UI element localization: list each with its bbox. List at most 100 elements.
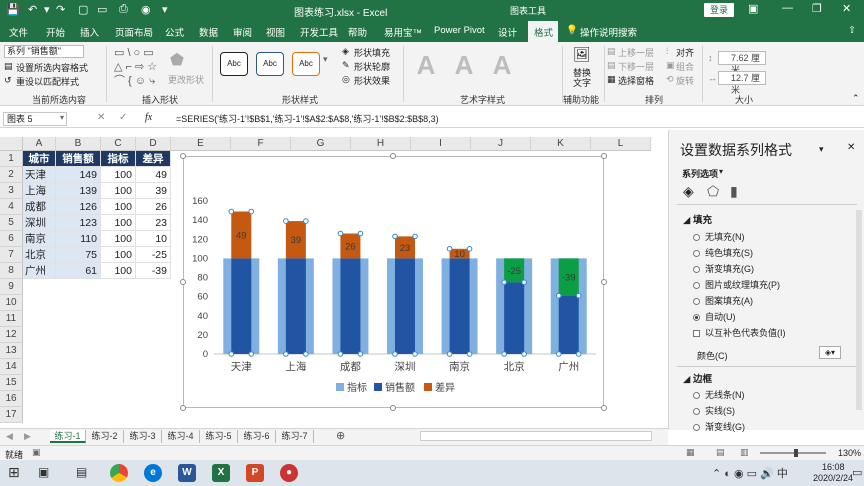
shape-effects-button[interactable]: 形状效果 (354, 74, 390, 87)
legend-swatch[interactable] (374, 383, 382, 391)
table-header-cell[interactable]: 销售额 (56, 151, 101, 167)
data-label-difference[interactable]: 49 (236, 230, 247, 241)
fill-option-gradient[interactable]: 渐变填充(G) (693, 262, 754, 275)
table-cell[interactable]: 100 (101, 263, 136, 279)
sheet-tab[interactable]: 练习-1 (50, 430, 86, 443)
tab-power-pivot[interactable]: Power Pivot (434, 25, 485, 36)
series-selection-handle[interactable] (357, 230, 364, 237)
cancel-icon[interactable]: ✕ (97, 112, 105, 123)
row-header[interactable]: 1 (0, 151, 23, 167)
x-category-label[interactable]: 南京 (449, 360, 470, 373)
row-header[interactable]: 13 (0, 343, 23, 359)
legend-label[interactable]: 差异 (435, 381, 455, 394)
y-tick-label[interactable]: 0 (203, 349, 208, 360)
row-header[interactable]: 6 (0, 231, 23, 247)
fill-option-automatic[interactable]: 自动(U) (693, 310, 736, 323)
series-selection-handle[interactable] (303, 218, 309, 224)
table-header-cell[interactable]: 城市 (23, 151, 56, 167)
y-tick-label[interactable]: 140 (192, 215, 208, 226)
table-cell[interactable]: 61 (56, 263, 101, 279)
series-selection-handle[interactable] (466, 351, 473, 357)
table-cell[interactable]: 100 (101, 183, 136, 199)
tab-developer[interactable]: 开发工具 (300, 25, 338, 39)
system-tray-icons[interactable]: ⌃ ◐ ◉ ▭ 🔊 中 (712, 465, 788, 481)
bring-forward-button[interactable]: 上移一层 (618, 46, 654, 59)
share-icon[interactable]: ⇧ (848, 25, 856, 36)
bar-sales[interactable] (285, 258, 306, 354)
prev-sheet-icon[interactable]: ◀ (6, 431, 13, 442)
row-header[interactable]: 11 (0, 311, 23, 327)
fill-section-header[interactable]: ◢ 填充 (683, 212, 712, 226)
row-header[interactable]: 12 (0, 327, 23, 343)
collapse-ribbon-icon[interactable]: ⌃ (852, 93, 860, 104)
chart-resize-handle[interactable] (180, 153, 186, 159)
tab-formulas[interactable]: 公式 (165, 25, 184, 39)
wordart-style-3[interactable]: A (486, 50, 518, 82)
bar-sales[interactable] (449, 258, 470, 354)
row-header[interactable]: 17 (0, 407, 23, 423)
series-selection-handle[interactable] (248, 351, 255, 357)
save-icon[interactable]: 💾 (6, 3, 20, 16)
open-icon[interactable]: ▭ (97, 3, 107, 16)
chart-elements-dropdown[interactable]: 系列 "销售额" (4, 45, 84, 58)
login-button[interactable]: 登录 (704, 3, 734, 17)
powerpoint-icon[interactable]: P (246, 464, 264, 482)
ribbon-display-icon[interactable]: ▣ (748, 2, 758, 15)
insert-function-button[interactable]: fx (145, 112, 152, 123)
border-section-header[interactable]: ◢ 边框 (683, 371, 712, 385)
series-selection-handle[interactable] (555, 351, 562, 357)
table-cell[interactable]: 深圳 (23, 215, 56, 231)
page-layout-view-icon[interactable]: ▤ (716, 447, 725, 458)
legend-label[interactable]: 指标 (347, 381, 367, 394)
tab-format[interactable]: 格式 (534, 25, 553, 39)
column-header[interactable]: C (101, 137, 136, 151)
column-header[interactable]: K (531, 137, 591, 151)
table-header-cell[interactable]: 指标 (101, 151, 136, 167)
align-button[interactable]: 对齐 (676, 46, 694, 59)
wordart-style-1[interactable]: A (410, 50, 442, 82)
fill-option-none[interactable]: 无填充(N) (693, 230, 745, 243)
undo-dropdown-icon[interactable]: ▾ (44, 3, 50, 16)
table-cell[interactable]: -25 (136, 247, 171, 263)
y-tick-label[interactable]: 20 (197, 330, 208, 341)
data-label-difference[interactable]: -39 (562, 273, 576, 284)
x-category-label[interactable]: 上海 (285, 360, 306, 373)
wordart-style-2[interactable]: A (448, 50, 480, 82)
fill-line-icon[interactable]: ◈ (683, 183, 694, 200)
chart-resize-handle[interactable] (601, 405, 607, 411)
series-selection-handle[interactable] (248, 208, 255, 215)
series-options-dropdown[interactable]: 系列选项 (682, 167, 718, 180)
taskbar-time[interactable]: 16:08 (822, 462, 845, 472)
table-cell[interactable]: 23 (136, 215, 171, 231)
row-header[interactable]: 9 (0, 279, 23, 295)
task-view-icon[interactable]: ▣ (38, 465, 49, 479)
row-header[interactable]: 8 (0, 263, 23, 279)
column-header[interactable]: H (351, 137, 411, 151)
column-header[interactable]: L (591, 137, 651, 151)
windows-start-icon[interactable]: ⊞ (8, 464, 20, 481)
select-all-corner[interactable] (0, 137, 23, 151)
border-option-none[interactable]: 无线条(N) (693, 388, 745, 401)
chart-area[interactable]: 0 20 40 60 80 100 120 140 160 49 天津 39 上海 26 成都 23 深圳 10 南… (183, 156, 604, 408)
sheet-tab[interactable]: 练习-2 (86, 430, 124, 443)
series-selection-handle[interactable] (521, 351, 527, 357)
enter-icon[interactable]: ✓ (119, 112, 127, 123)
taskbar-date[interactable]: 2020/2/24 (813, 473, 853, 483)
alt-text-button[interactable]: 替换文字 (570, 68, 594, 88)
minimize-icon[interactable]: — (782, 2, 793, 14)
table-cell[interactable]: 39 (136, 183, 171, 199)
table-header-cell[interactable]: 差异 (136, 151, 171, 167)
y-tick-label[interactable]: 40 (197, 311, 208, 322)
pane-scrollbar[interactable] (856, 210, 862, 410)
table-cell[interactable]: 126 (56, 199, 101, 215)
series-selection-handle[interactable] (392, 233, 398, 240)
row-header[interactable]: 5 (0, 215, 23, 231)
row-header[interactable]: 3 (0, 183, 23, 199)
data-label-difference[interactable]: 39 (291, 235, 302, 246)
column-chart[interactable]: 0 20 40 60 80 100 120 140 160 49 天津 39 上海 26 成都 23 深圳 10 南… (184, 157, 605, 409)
table-cell[interactable]: 49 (136, 167, 171, 183)
chart-resize-handle[interactable] (390, 153, 396, 159)
column-header[interactable]: B (56, 137, 101, 151)
shape-style-3[interactable]: Abc (292, 52, 320, 76)
restore-icon[interactable]: ❐ (812, 2, 822, 15)
